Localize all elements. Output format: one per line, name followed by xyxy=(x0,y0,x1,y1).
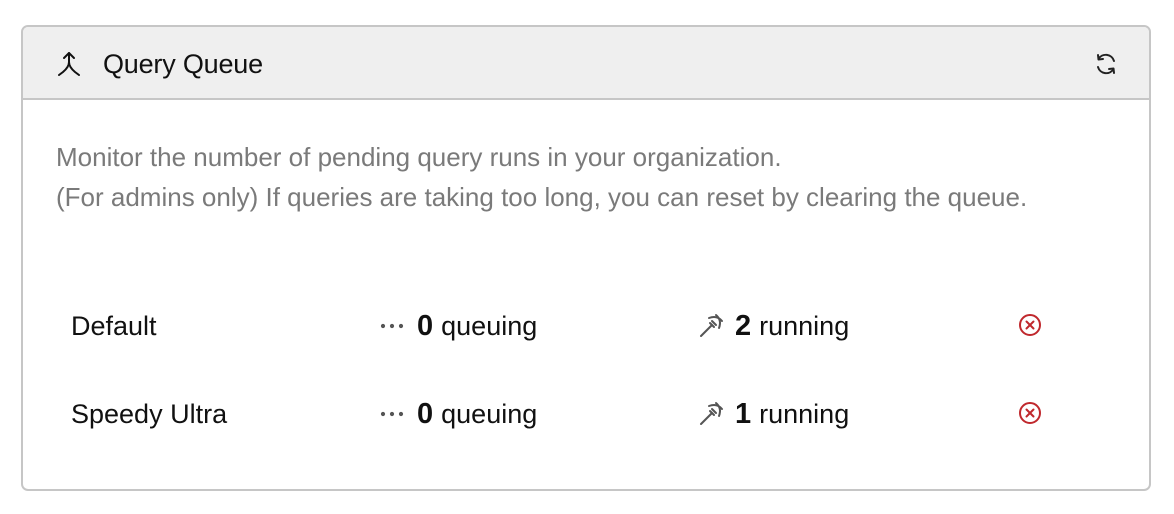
clear-queue-icon[interactable] xyxy=(1017,400,1043,426)
running-count: 1 xyxy=(735,398,752,430)
description: Monitor the number of pending query runs… xyxy=(56,137,1066,217)
description-line-2: (For admins only) If queries are taking … xyxy=(56,182,1028,212)
queue-name: Speedy Ultra xyxy=(71,399,228,429)
queue-name: Default xyxy=(71,311,157,341)
card-title: Query Queue xyxy=(103,49,263,79)
queuing-count: 0 xyxy=(417,398,434,430)
description-line-1: Monitor the number of pending query runs… xyxy=(56,142,782,172)
merge-icon xyxy=(58,52,80,76)
queue-row: Default 0 queuing 2 running xyxy=(23,305,1149,345)
queuing-label: queuing xyxy=(441,311,538,341)
queuing-status: 0 queuing xyxy=(379,397,537,431)
pickaxe-icon xyxy=(700,402,723,425)
running-status: 2 running xyxy=(697,309,849,343)
refresh-icon[interactable] xyxy=(1093,51,1119,77)
queue-row: Speedy Ultra 0 queuing 1 running xyxy=(23,393,1149,433)
ellipsis-icon xyxy=(380,411,404,417)
card-header: Query Queue xyxy=(23,27,1149,100)
running-count: 2 xyxy=(735,310,752,342)
running-label: running xyxy=(759,399,850,429)
queuing-status: 0 queuing xyxy=(379,309,537,343)
ellipsis-icon xyxy=(380,323,404,329)
queuing-count: 0 xyxy=(417,310,434,342)
running-label: running xyxy=(759,311,850,341)
clear-queue-icon[interactable] xyxy=(1017,312,1043,338)
pickaxe-icon xyxy=(700,314,723,337)
query-queue-card: Query Queue Monitor the number of pendin… xyxy=(21,25,1151,491)
running-status: 1 running xyxy=(697,397,849,431)
queuing-label: queuing xyxy=(441,399,538,429)
